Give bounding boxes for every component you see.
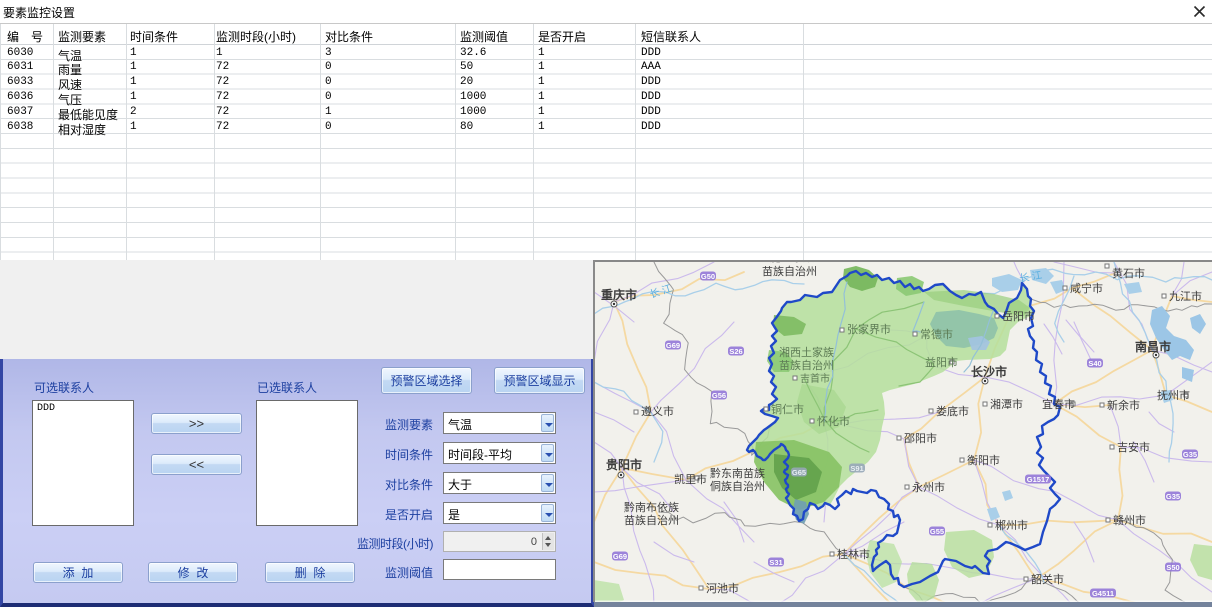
svg-text:重庆市: 重庆市 bbox=[601, 287, 637, 302]
svg-text:湘潭市: 湘潭市 bbox=[990, 397, 1023, 411]
svg-text:南昌市: 南昌市 bbox=[1135, 339, 1171, 354]
svg-text:咸宁市: 咸宁市 bbox=[1070, 281, 1103, 295]
svg-text:苗族自治州: 苗族自治州 bbox=[762, 264, 817, 278]
svg-text:韶关市: 韶关市 bbox=[1031, 572, 1064, 586]
svg-text:抚州市: 抚州市 bbox=[1157, 388, 1190, 402]
svg-text:铜仁市: 铜仁市 bbox=[771, 402, 804, 416]
svg-text:衡阳市: 衡阳市 bbox=[967, 453, 1000, 467]
svg-text:永州市: 永州市 bbox=[912, 480, 945, 494]
svg-text:遵义市: 遵义市 bbox=[641, 404, 674, 418]
svg-text:宜春市: 宜春市 bbox=[1042, 397, 1075, 411]
svg-text:G35: G35 bbox=[1183, 450, 1197, 459]
svg-text:怀化市: 怀化市 bbox=[817, 414, 850, 428]
svg-text:凯里市: 凯里市 bbox=[674, 472, 707, 486]
svg-text:益阳市: 益阳市 bbox=[925, 355, 958, 369]
svg-text:邵阳市: 邵阳市 bbox=[904, 431, 937, 445]
svg-text:桂林市: 桂林市 bbox=[837, 547, 870, 561]
svg-text:黔南布依族: 黔南布依族 bbox=[624, 500, 679, 514]
svg-text:S31: S31 bbox=[769, 558, 782, 567]
svg-text:河池市: 河池市 bbox=[706, 581, 739, 595]
svg-text:G4511: G4511 bbox=[1092, 589, 1114, 598]
svg-text:黔东南苗族: 黔东南苗族 bbox=[710, 466, 765, 480]
svg-text:苗族自治州: 苗族自治州 bbox=[624, 513, 679, 527]
svg-text:G55: G55 bbox=[930, 527, 944, 536]
svg-text:娄底市: 娄底市 bbox=[936, 404, 969, 418]
svg-text:湘西土家族: 湘西土家族 bbox=[779, 345, 834, 359]
svg-text:黄石市: 黄石市 bbox=[1112, 266, 1145, 280]
svg-text:赣州市: 赣州市 bbox=[1113, 513, 1146, 527]
svg-text:G50: G50 bbox=[701, 272, 715, 281]
svg-text:九江市: 九江市 bbox=[1169, 289, 1202, 303]
svg-text:吉安市: 吉安市 bbox=[1117, 440, 1150, 454]
svg-text:郴州市: 郴州市 bbox=[995, 518, 1028, 532]
svg-text:吉首市: 吉首市 bbox=[800, 372, 830, 385]
svg-text:G69: G69 bbox=[666, 341, 680, 350]
svg-text:G35: G35 bbox=[1166, 492, 1180, 501]
svg-text:岳阳市: 岳阳市 bbox=[1002, 309, 1035, 323]
svg-text:G56: G56 bbox=[712, 391, 726, 400]
svg-text:侗族自治州: 侗族自治州 bbox=[710, 479, 765, 493]
svg-text:G65: G65 bbox=[792, 468, 806, 477]
svg-text:G1517: G1517 bbox=[1027, 475, 1050, 484]
svg-text:常德市: 常德市 bbox=[920, 327, 953, 341]
svg-text:新余市: 新余市 bbox=[1107, 398, 1140, 412]
svg-text:张家界市: 张家界市 bbox=[847, 322, 891, 336]
svg-text:G69: G69 bbox=[613, 552, 627, 561]
svg-text:苗族自治州: 苗族自治州 bbox=[779, 358, 834, 372]
svg-text:恩施土家族: 恩施土家族 bbox=[759, 262, 814, 264]
svg-text:S40: S40 bbox=[1088, 359, 1101, 368]
svg-text:S26: S26 bbox=[729, 347, 742, 356]
svg-text:贵阳市: 贵阳市 bbox=[606, 457, 642, 472]
svg-text:长沙市: 长沙市 bbox=[971, 364, 1007, 379]
svg-text:S50: S50 bbox=[1166, 563, 1179, 572]
svg-text:S91: S91 bbox=[850, 464, 863, 473]
